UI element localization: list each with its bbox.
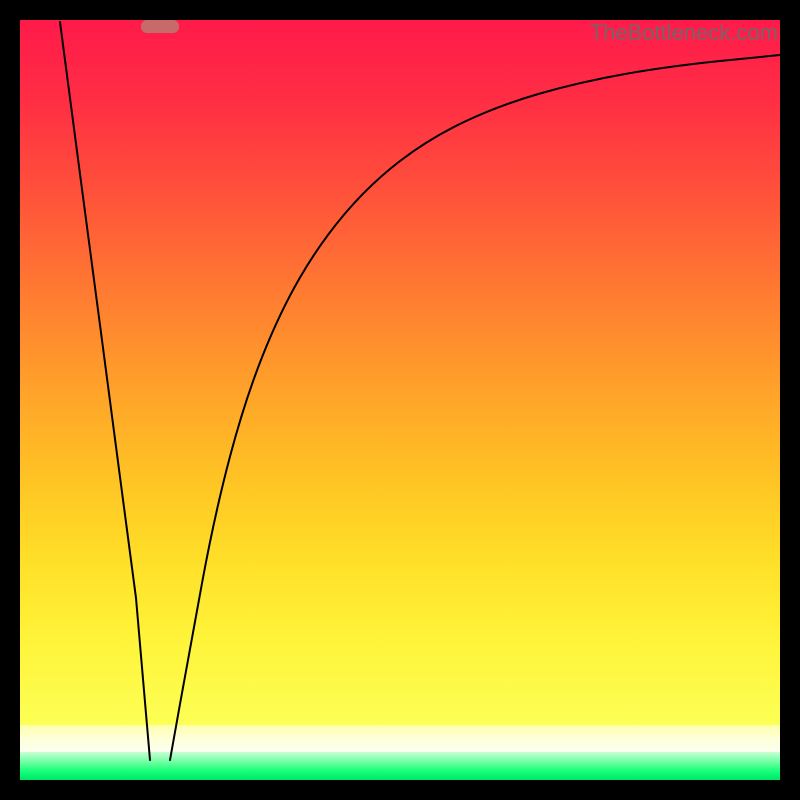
- gradient-pale: [20, 725, 780, 752]
- optimum-marker: [141, 20, 179, 33]
- gradient-main: [20, 20, 780, 725]
- gradient-green: [20, 752, 780, 780]
- watermark-text: TheBottleneck.com: [590, 20, 778, 46]
- chart-frame: [20, 20, 780, 780]
